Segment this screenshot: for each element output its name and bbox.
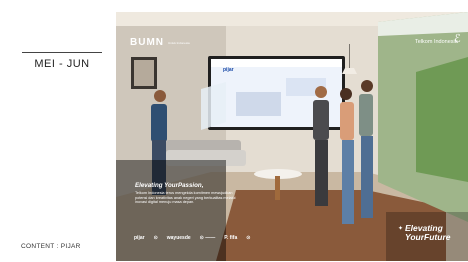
bumn-subtitle: Untuk Indonesia (168, 41, 190, 45)
period-label: MEI - JUN (34, 58, 90, 70)
bumn-logo: BUMN (130, 37, 164, 48)
slogan-line-2: YourFuture (405, 232, 451, 242)
campaign-photo: BUMN Untuk Indonesia Telkom Indonesia ℰ … (116, 12, 468, 261)
partner-logo: P. fifa (224, 235, 238, 241)
telkom-icon: ℰ (454, 33, 461, 45)
slogan-icon: ✦ (398, 226, 404, 232)
partner-logo: pijar (134, 235, 145, 241)
screen-brand-logo: pijar (223, 67, 234, 73)
person-woman (340, 102, 354, 140)
person-man-back (359, 94, 373, 136)
person-man-suit (313, 100, 329, 140)
partner-logo: ⊙ —— (199, 235, 216, 241)
telkom-logo: Telkom Indonesia (415, 39, 458, 45)
partner-logo: ⊙ (153, 235, 158, 241)
slogan: Elevating YourFuture (405, 224, 451, 242)
tagline-block: Elevating YourPassion, Telkom Indonesia … (135, 182, 245, 205)
slide-side-panel: MEI - JUN CONTENT : PIJAR (0, 0, 115, 262)
person-painter (151, 104, 167, 142)
partner-logo: wayuesde (166, 235, 191, 241)
tagline-body: Telkom Indonesia terus mengelola komitme… (135, 191, 236, 205)
partner-logo: ⊙ (246, 235, 251, 241)
divider-line (22, 52, 102, 53)
holo-panel (201, 82, 226, 130)
partner-logo-row: pijar ⊙ wayuesde ⊙ —— P. fifa ⊙ (134, 234, 250, 242)
tagline-title: Elevating YourPassion, (135, 182, 204, 189)
content-label: CONTENT : PIJAR (21, 243, 81, 250)
